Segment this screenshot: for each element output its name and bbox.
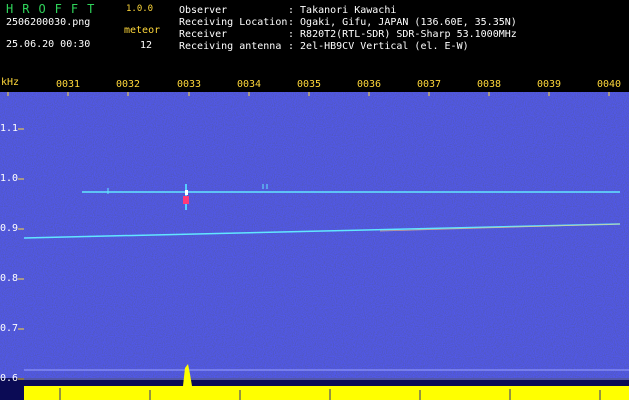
frequency-tick: 0.6 [0,373,19,384]
frequency-tick: 0.9 [0,223,19,234]
frequency-tick: 1.0 [0,173,19,184]
time-tick: 0035 [296,79,322,90]
receiver-key: Receiver [179,29,228,40]
header-panel: HROFFT 1.0.0 2506200030.png 25.06.20 00:… [0,0,629,76]
time-tick: 0032 [115,79,141,90]
meteor-count: 12 [140,40,153,51]
app-name: HROFFT [6,2,104,16]
observer-value: : Takanori Kawachi [288,5,397,16]
location-value: : Ogaki, Gifu, JAPAN (136.60E, 35.35N) [288,17,517,28]
frequency-tick: 0.7 [0,323,19,334]
frequency-unit-label: kHz [1,77,20,88]
spectrogram [0,92,629,400]
location-key: Receiving Location [179,17,288,28]
frequency-tick: 1.1 [0,123,19,134]
file-name: 2506200030.png [6,17,91,28]
receiver-value: : R820T2(RTL-SDR) SDR-Sharp 53.1000MHz [288,29,517,40]
antenna-key: Receiving antenna [179,41,282,52]
antenna-value: : 2el-HB9CV Vertical (el. E-W) [288,41,469,52]
meteor-label: meteor [124,25,161,36]
time-tick: 0036 [356,79,382,90]
time-tick: 0034 [236,79,262,90]
time-tick: 0038 [476,79,502,90]
noise-texture [0,92,629,378]
time-tick: 0040 [596,79,622,90]
observer-key: Observer [179,5,228,16]
time-tick: 0039 [536,79,562,90]
frequency-tick: 0.8 [0,273,19,284]
file-datetime: 25.06.20 00:30 [6,39,91,50]
time-tick: 0037 [416,79,442,90]
app-version: 1.0.0 [126,4,154,14]
level-bar [24,386,629,400]
time-tick: 0033 [176,79,202,90]
time-tick: 0031 [55,79,81,90]
